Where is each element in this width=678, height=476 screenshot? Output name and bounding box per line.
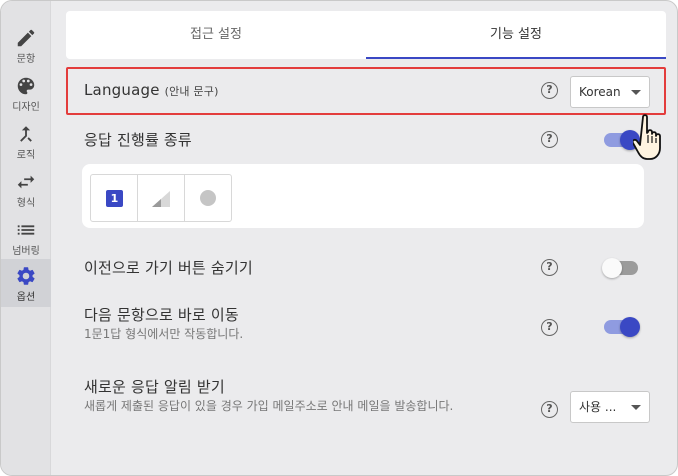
bar-progress-icon — [152, 191, 170, 207]
settings-panel: 접근 설정 기능 설정 Language (안내 문구) ? Korean 응답… — [52, 1, 677, 475]
sidebar-item-logic[interactable]: 로직 — [1, 117, 51, 165]
sidebar-item-label: 디자인 — [12, 102, 40, 113]
next-question-toggle[interactable] — [604, 317, 640, 337]
sidebar-item-label: 문항 — [16, 54, 36, 65]
pencil-icon — [17, 29, 35, 47]
notify-desc: 새롭게 제출된 응답이 있을 경우 가입 메일주소로 안내 메일을 발송합니다. — [84, 399, 454, 413]
sidebar-item-label: 옵션 — [16, 292, 36, 303]
progress-style-options: 1 — [90, 174, 232, 222]
help-icon[interactable]: ? — [541, 259, 558, 276]
sidebar: 문항 디자인 로직 형식 넘버링 옵션 — [1, 1, 51, 475]
toggle-knob — [602, 258, 622, 278]
hide-back-row: 이전으로 가기 버튼 숨기기 ? — [66, 249, 666, 285]
merge-icon — [20, 126, 32, 142]
help-icon[interactable]: ? — [541, 319, 558, 336]
circle-progress-icon — [200, 190, 216, 206]
sidebar-item-format[interactable]: 형식 — [1, 165, 51, 213]
sidebar-item-numbering[interactable]: 넘버링 — [1, 213, 51, 261]
hide-back-toggle[interactable] — [602, 258, 638, 278]
next-question-title: 다음 문항으로 바로 이동 — [84, 306, 239, 324]
app-window: 문항 디자인 로직 형식 넘버링 옵션 접근 설정 기능 설정 Language… — [0, 0, 678, 476]
progress-style-bar[interactable] — [138, 175, 185, 221]
sidebar-item-label: 로직 — [16, 150, 36, 161]
sidebar-item-options[interactable]: 옵션 — [1, 259, 51, 307]
chevron-down-icon — [631, 405, 641, 410]
next-question-desc: 1문1답 형식에서만 작동합니다. — [84, 327, 244, 341]
progress-style-number[interactable]: 1 — [91, 175, 138, 221]
tab-access-settings[interactable]: 접근 설정 — [66, 11, 366, 59]
hand-pointer-icon — [633, 114, 661, 160]
active-tab-indicator — [366, 57, 666, 59]
number-badge-icon: 1 — [106, 190, 123, 207]
swap-icon — [17, 175, 35, 189]
tab-feature-settings[interactable]: 기능 설정 — [366, 11, 666, 59]
progress-type-row: 응답 진행률 종류 ? — [66, 121, 666, 161]
list-icon — [17, 225, 35, 235]
sidebar-item-label: 넘버링 — [12, 246, 40, 257]
hide-back-title: 이전으로 가기 버튼 숨기기 — [84, 259, 253, 277]
highlight-box — [66, 67, 666, 115]
gear-icon — [17, 267, 35, 285]
progress-style-card: 1 — [82, 164, 644, 228]
progress-type-title: 응답 진행률 종류 — [84, 131, 192, 149]
help-icon[interactable]: ? — [541, 401, 558, 418]
tab-bar: 접근 설정 기능 설정 — [66, 11, 666, 59]
progress-style-circle[interactable] — [185, 175, 232, 221]
notify-title: 새로운 응답 알림 받기 — [84, 378, 225, 396]
palette-icon — [17, 77, 35, 95]
notify-select[interactable]: 사용 ... — [570, 391, 650, 423]
toggle-knob — [620, 317, 640, 337]
sidebar-item-questions[interactable]: 문항 — [1, 21, 51, 69]
help-icon[interactable]: ? — [541, 131, 558, 148]
sidebar-item-label: 형식 — [16, 198, 36, 209]
sidebar-item-design[interactable]: 디자인 — [1, 69, 51, 117]
next-question-row: 다음 문항으로 바로 이동 1문1답 형식에서만 작동합니다. ? — [66, 303, 666, 353]
notify-select-value: 사용 ... — [579, 400, 617, 414]
notify-row: 새로운 응답 알림 받기 새롭게 제출된 응답이 있을 경우 가입 메일주소로 … — [66, 375, 666, 439]
